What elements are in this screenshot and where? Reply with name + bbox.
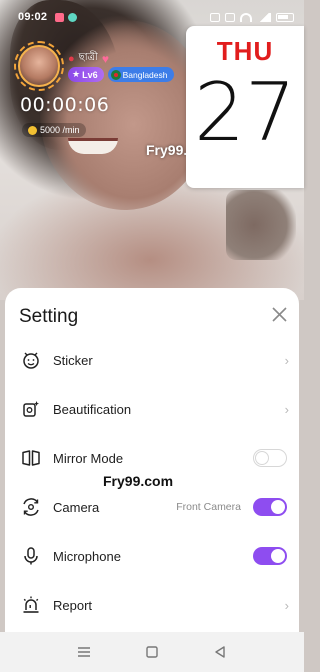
setting-row-camera: Camera Front Camera [5, 484, 299, 530]
notification-icon [55, 12, 65, 22]
toggle-knob [271, 500, 285, 514]
back-button[interactable] [205, 637, 235, 667]
level-label: Lv6 [82, 69, 98, 80]
host-badges: ★ Lv6 Bangladesh [68, 67, 174, 82]
sticker-icon [20, 349, 42, 371]
setting-row-sticker[interactable]: Sticker › [5, 337, 299, 383]
host-name-row: ● ছাত্রী ♥ [68, 50, 109, 67]
mirror-mode-toggle[interactable] [253, 449, 287, 467]
microphone-label: Microphone [53, 548, 121, 564]
toggle-knob [255, 450, 269, 465]
watermark-middle: Fry99.com [103, 473, 174, 489]
camera-toggle[interactable] [253, 498, 287, 516]
setting-row-report[interactable]: Report › [5, 582, 299, 628]
back-icon [215, 646, 225, 658]
close-icon [271, 306, 287, 322]
navigation-bar [0, 632, 304, 672]
wifi-icon [240, 12, 252, 22]
home-icon [146, 646, 158, 658]
rate-pill: 5000 /min [22, 123, 86, 137]
rate-label: 5000 /min [40, 125, 80, 135]
mirror-icon [20, 447, 42, 469]
country-badge: Bangladesh [107, 67, 174, 82]
chevron-right-icon: › [284, 597, 289, 613]
host-avatar[interactable] [18, 45, 60, 87]
calendar-date: 27 [194, 66, 296, 159]
camera-label: Camera [53, 499, 100, 515]
settings-title: Setting [19, 306, 79, 327]
camera-value: Front Camera [176, 501, 241, 513]
settings-sheet: Setting Sticker › Beautification › Mirro… [5, 288, 299, 632]
level-badge: ★ Lv6 [68, 67, 104, 82]
calendar-widget: THU 27 [186, 26, 304, 188]
app-notification-icon [68, 12, 78, 22]
heart-icon: ♥ [101, 51, 109, 66]
data-speed-icon [225, 12, 235, 22]
rose-icon: ● [68, 52, 75, 65]
setting-row-microphone: Microphone [5, 533, 299, 579]
host-name: ছাত্রী [78, 52, 98, 63]
chevron-right-icon: › [284, 401, 289, 417]
microphone-toggle[interactable] [253, 547, 287, 565]
mirror-mode-label: Mirror Mode [53, 450, 124, 466]
camera-icon [20, 496, 42, 518]
home-button[interactable] [137, 637, 167, 667]
menu-button[interactable] [69, 637, 99, 667]
star-icon: ★ [72, 69, 81, 79]
battery-icon [276, 12, 294, 22]
calendar-day: THU [216, 36, 274, 66]
coin-icon [28, 125, 37, 135]
report-label: Report [53, 597, 93, 613]
chevron-right-icon: › [284, 352, 289, 368]
country-label: Bangladesh [122, 69, 168, 80]
beautify-icon [20, 398, 42, 420]
signal-icon [257, 12, 271, 22]
alarm-icon [210, 12, 220, 22]
status-icons [210, 12, 294, 22]
video-background-object [226, 190, 296, 260]
call-timer: 00:00:06 [20, 94, 110, 116]
beautification-label: Beautification [53, 401, 132, 417]
setting-row-beautification[interactable]: Beautification › [5, 386, 299, 432]
close-button[interactable] [267, 302, 291, 326]
menu-icon [78, 647, 90, 657]
bangladesh-flag-icon [110, 69, 121, 80]
sticker-label: Sticker [53, 352, 93, 368]
microphone-icon [20, 545, 42, 567]
status-time: 09:02 [18, 11, 48, 23]
report-icon [20, 594, 42, 616]
toggle-knob [271, 549, 285, 563]
